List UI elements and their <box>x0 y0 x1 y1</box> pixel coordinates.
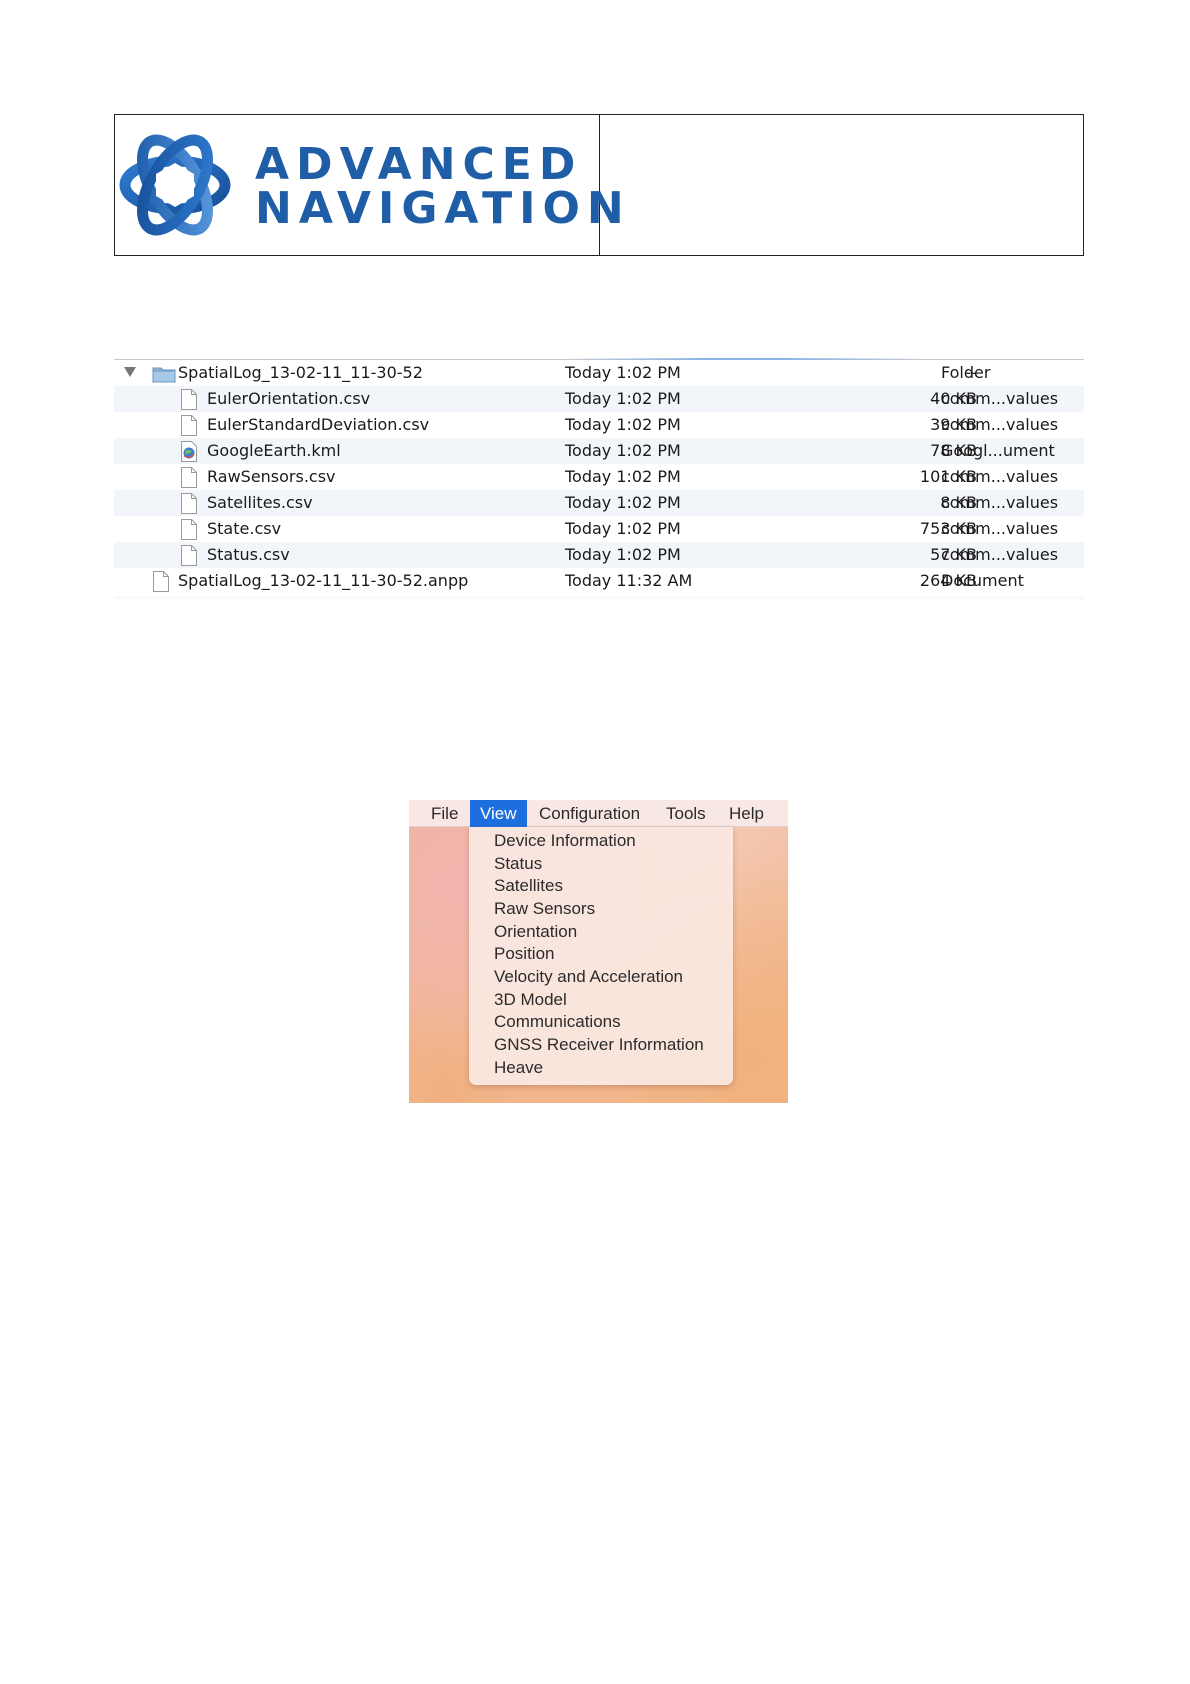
header-logo-cell: ADVANCED NAVIGATION <box>115 115 624 255</box>
logo-text-line2: NAVIGATION <box>255 183 631 234</box>
document-header: ADVANCED NAVIGATION <box>114 114 1084 256</box>
file-row[interactable]: Status.csv Today 1:02 PM 57 KB comm...va… <box>114 542 1084 568</box>
menu-view[interactable]: View <box>470 800 527 827</box>
document-icon <box>181 493 197 514</box>
file-date: Today 1:02 PM <box>565 415 681 434</box>
menu-item-velocity-and-acceleration[interactable]: Velocity and Acceleration <box>494 966 683 988</box>
file-name: EulerStandardDeviation.csv <box>207 415 430 434</box>
file-date: Today 1:02 PM <box>565 467 681 486</box>
file-date: Today 1:02 PM <box>565 493 681 512</box>
file-name: RawSensors.csv <box>207 467 336 486</box>
menu-help[interactable]: Help <box>729 800 764 827</box>
file-name: EulerOrientation.csv <box>207 389 371 408</box>
file-kind: comm...values <box>941 415 1059 434</box>
google-earth-icon <box>181 441 197 462</box>
menu-item-communications[interactable]: Communications <box>494 1011 621 1033</box>
menu-item-position[interactable]: Position <box>494 943 554 965</box>
file-kind: comm...values <box>941 545 1059 564</box>
menu-item-3d-model[interactable]: 3D Model <box>494 989 567 1011</box>
advanced-navigation-logo-icon <box>119 134 231 236</box>
file-name: State.csv <box>207 519 282 538</box>
file-row[interactable]: EulerStandardDeviation.csv Today 1:02 PM… <box>114 412 1084 438</box>
logo-text-line1: ADVANCED <box>255 139 583 190</box>
file-name: Satellites.csv <box>207 493 313 512</box>
header-empty-cell <box>600 115 1083 255</box>
file-kind: comm...values <box>941 519 1059 538</box>
menu-item-gnss-receiver-information[interactable]: GNSS Receiver Information <box>494 1034 704 1056</box>
disclosure-triangle-icon[interactable] <box>124 367 136 377</box>
file-row[interactable]: SpatialLog_13-02-11_11-30-52.anpp Today … <box>114 568 1084 594</box>
menu-file[interactable]: File <box>431 800 458 827</box>
file-kind: Googl...ument <box>941 441 1055 460</box>
document-icon <box>181 467 197 488</box>
finder-file-list: SpatialLog_13-02-11_11-30-52 Today 1:02 … <box>114 358 1084 602</box>
view-menu-screenshot: File View Configuration Tools Help Devic… <box>409 800 788 1103</box>
file-name: GoogleEarth.kml <box>207 441 341 460</box>
file-date: Today 11:32 AM <box>565 571 693 590</box>
file-kind: comm...values <box>941 467 1059 486</box>
document-icon <box>181 415 197 436</box>
menu-item-orientation[interactable]: Orientation <box>494 921 577 943</box>
menu-item-device-information[interactable]: Device Information <box>494 830 636 852</box>
view-dropdown-menu: Device Information Status Satellites Raw… <box>469 827 733 1085</box>
file-row[interactable]: EulerOrientation.csv Today 1:02 PM 40 KB… <box>114 386 1084 412</box>
file-name: SpatialLog_13-02-11_11-30-52 <box>178 363 423 382</box>
file-row-folder[interactable]: SpatialLog_13-02-11_11-30-52 Today 1:02 … <box>114 360 1084 386</box>
file-row[interactable]: State.csv Today 1:02 PM 753 KB comm...va… <box>114 516 1084 542</box>
file-row[interactable]: Satellites.csv Today 1:02 PM 8 KB comm..… <box>114 490 1084 516</box>
document-icon <box>181 389 197 410</box>
file-date: Today 1:02 PM <box>565 441 681 460</box>
menu-item-status[interactable]: Status <box>494 853 542 875</box>
file-date: Today 1:02 PM <box>565 545 681 564</box>
file-kind: comm...values <box>941 493 1059 512</box>
folder-icon <box>152 367 176 383</box>
file-name: Status.csv <box>207 545 290 564</box>
menu-bar: File View Configuration Tools Help <box>409 800 788 827</box>
document-icon <box>181 545 197 566</box>
file-kind: Document <box>941 571 1024 590</box>
file-kind: comm...values <box>941 389 1059 408</box>
menu-item-satellites[interactable]: Satellites <box>494 875 563 897</box>
file-date: Today 1:02 PM <box>565 363 681 382</box>
menu-item-raw-sensors[interactable]: Raw Sensors <box>494 898 595 920</box>
list-fade <box>114 596 1084 602</box>
menu-tools[interactable]: Tools <box>666 800 706 827</box>
menu-configuration[interactable]: Configuration <box>539 800 640 827</box>
file-date: Today 1:02 PM <box>565 519 681 538</box>
file-date: Today 1:02 PM <box>565 389 681 408</box>
menu-item-heave[interactable]: Heave <box>494 1057 543 1079</box>
document-icon <box>181 519 197 540</box>
file-name: SpatialLog_13-02-11_11-30-52.anpp <box>178 571 469 590</box>
file-row[interactable]: RawSensors.csv Today 1:02 PM 101 KB comm… <box>114 464 1084 490</box>
file-row[interactable]: GoogleEarth.kml Today 1:02 PM 78 KB Goog… <box>114 438 1084 464</box>
file-kind: Folder <box>941 363 991 382</box>
document-icon <box>153 571 169 592</box>
